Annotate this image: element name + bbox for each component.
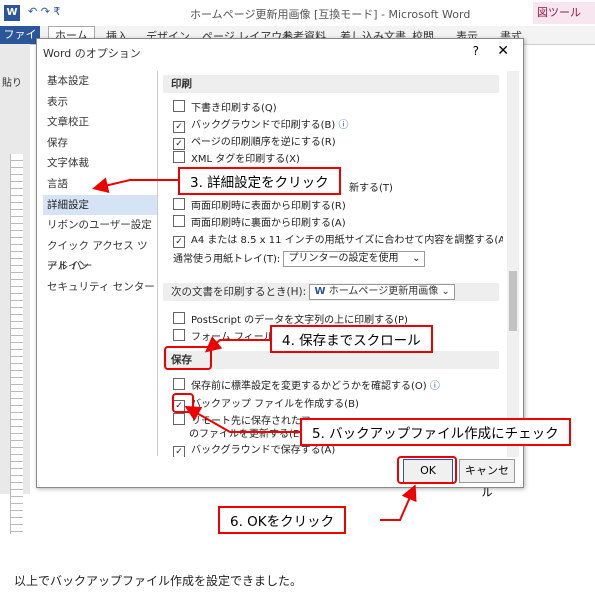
summary-text: 以上でバックアップファイル作成を設定できました。 xyxy=(14,574,303,588)
callout-step3: 3. 詳細設定をクリック xyxy=(178,167,341,195)
callout-step4: 4. 保存までスクロール xyxy=(270,325,433,353)
page: W ↶ ↷ ₹ ホームページ更新用画像 [互換モード] - Microsoft … xyxy=(0,0,595,597)
callout-step5: 5. バックアップファイル作成にチェック xyxy=(300,418,571,446)
callout-step6: 6. OKをクリック xyxy=(218,506,347,534)
